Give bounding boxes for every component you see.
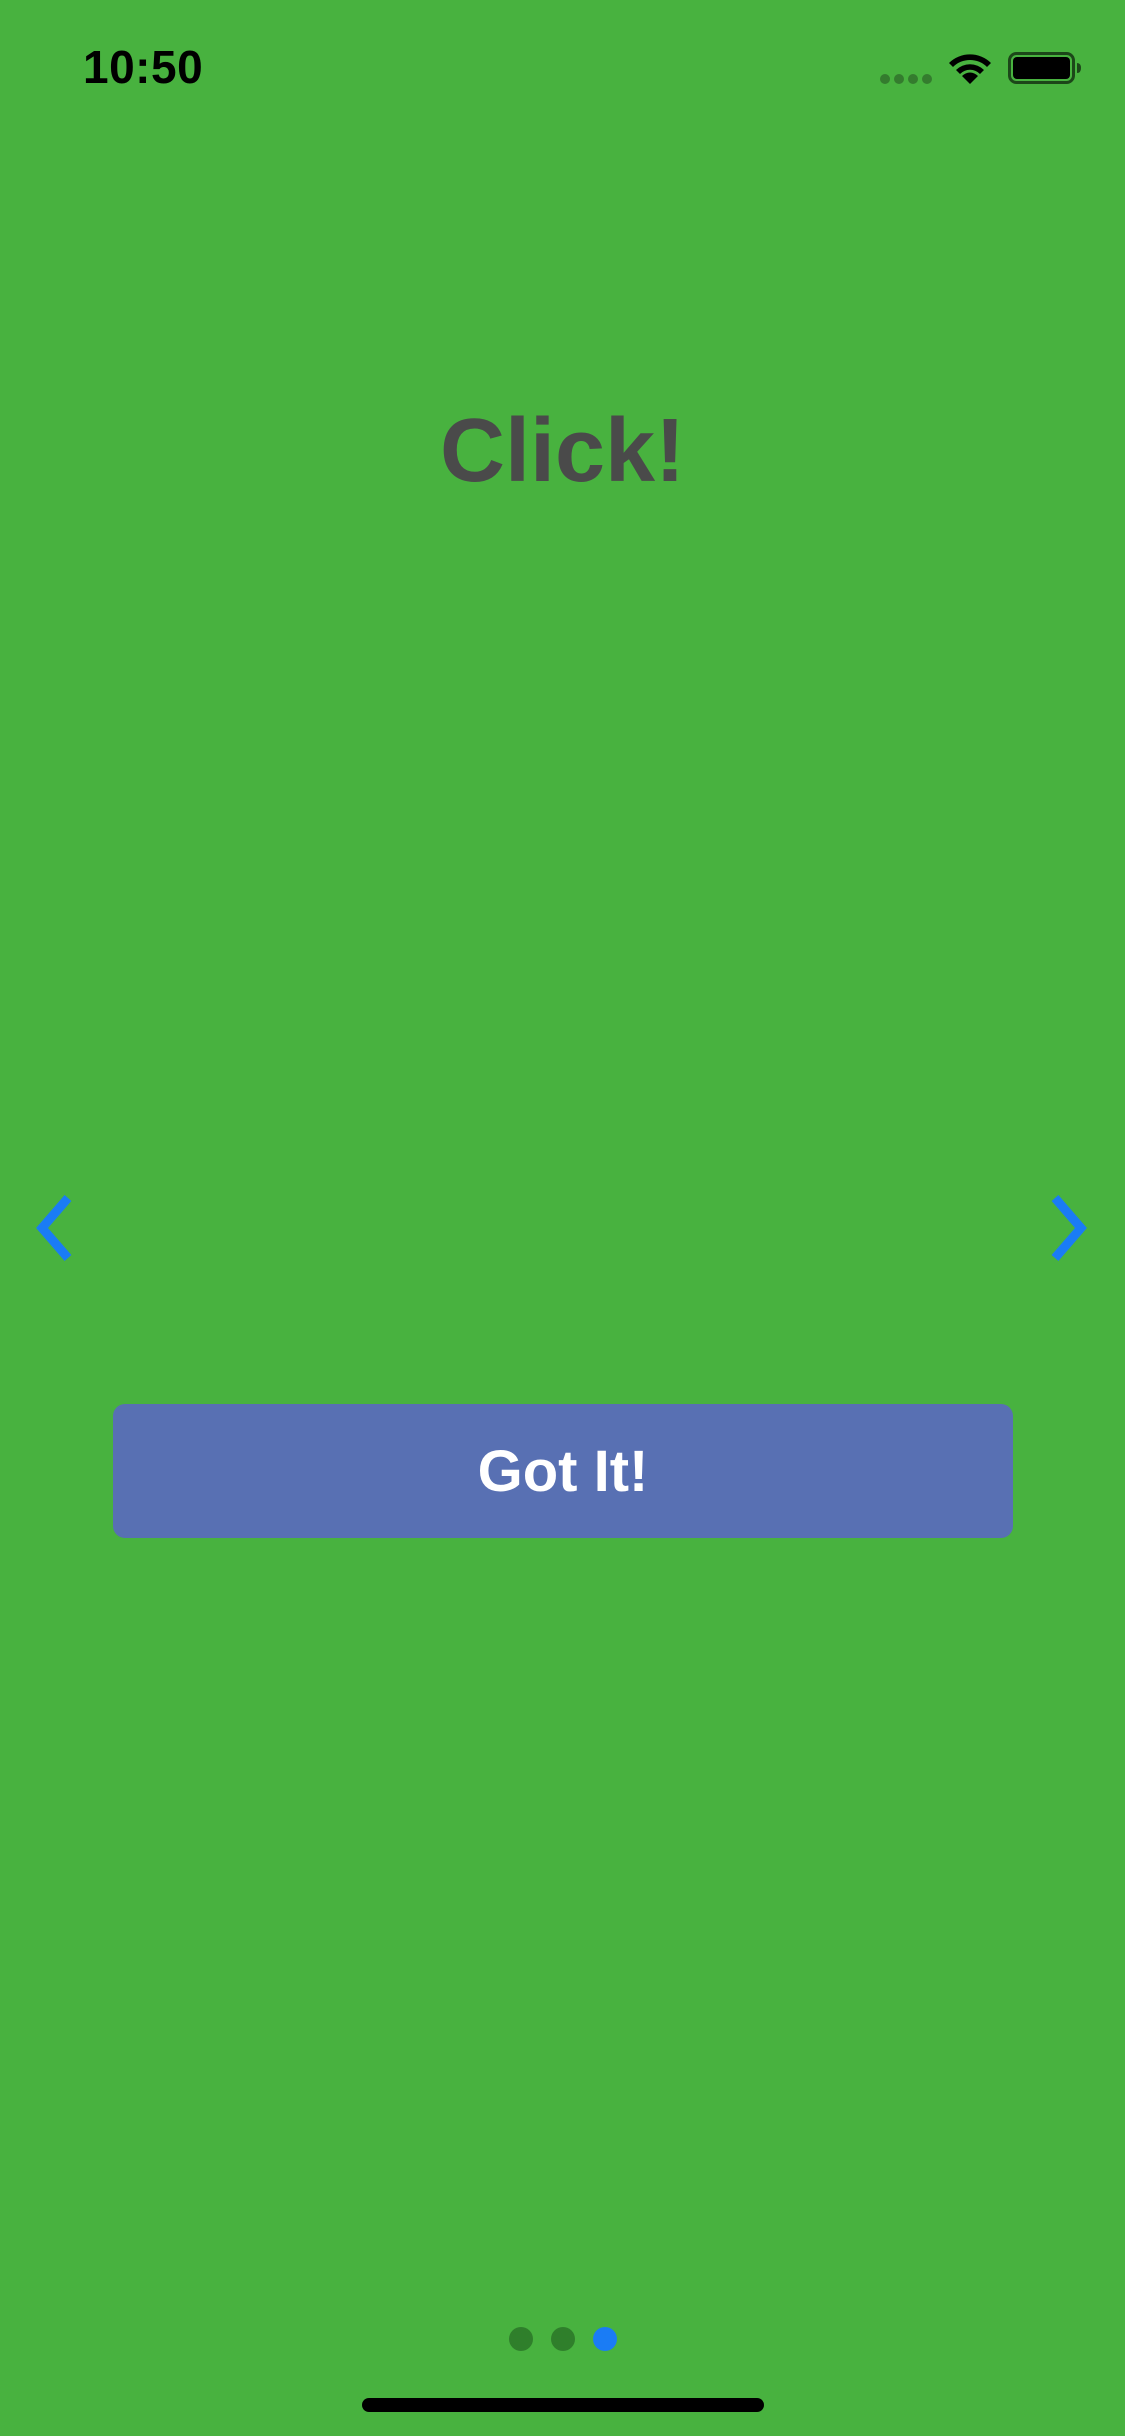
onboarding-screen: 10:50 Click! Got It! [0,0,1125,2436]
page-title: Click! [439,401,686,501]
page-dot-3-active[interactable] [592,2327,617,2351]
got-it-button[interactable]: Got It! [113,1404,1013,1538]
battery-icon [1008,52,1081,84]
signal-icon [880,74,934,84]
chevron-right-icon[interactable] [1045,1192,1093,1264]
page-dot-2[interactable] [550,2327,575,2351]
wifi-icon [949,54,991,84]
page-indicator[interactable] [0,2327,1125,2351]
home-indicator[interactable] [362,2398,764,2412]
chevron-left-icon[interactable] [30,1192,78,1264]
page-dot-1[interactable] [508,2327,533,2351]
status-time: 10:50 [83,41,204,93]
